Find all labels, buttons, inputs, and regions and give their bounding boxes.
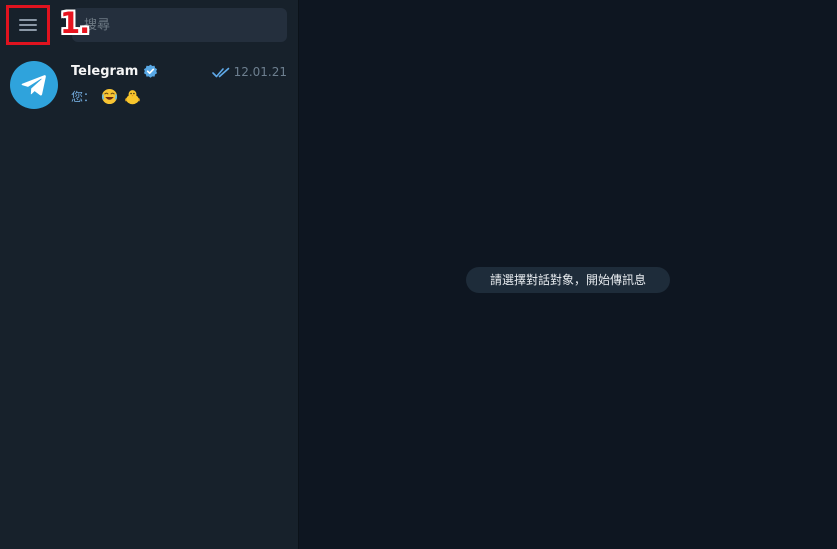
laughing-emoji-icon (101, 88, 118, 105)
avatar (10, 61, 58, 109)
search-input[interactable] (72, 8, 287, 42)
chick-emoji-icon (125, 90, 140, 105)
chat-preview: 您： (71, 88, 141, 105)
preview-sender: 您： (71, 90, 96, 104)
chat-meta: 12.01.21 (211, 65, 287, 79)
sidebar: 1. Telegram 12.01.21 (0, 0, 299, 549)
double-check-icon (211, 67, 229, 77)
chat-time: 12.01.21 (233, 65, 287, 79)
step-annotation: 1. (60, 6, 90, 40)
hamburger-icon (19, 19, 37, 31)
chat-name: Telegram (71, 64, 139, 79)
telegram-window: 1. Telegram 12.01.21 (0, 0, 837, 549)
chat-item-telegram[interactable]: Telegram 12.01.21 您： (0, 50, 298, 112)
telegram-logo-icon (21, 75, 46, 96)
chat-name-row: Telegram (71, 64, 158, 79)
menu-button[interactable] (6, 5, 50, 45)
sidebar-topbar: 1. (0, 0, 298, 50)
verified-badge-icon (144, 64, 158, 78)
search-box[interactable] (72, 8, 287, 42)
empty-chat-hint: 請選擇對話對象，開始傳訊息 (466, 267, 670, 293)
